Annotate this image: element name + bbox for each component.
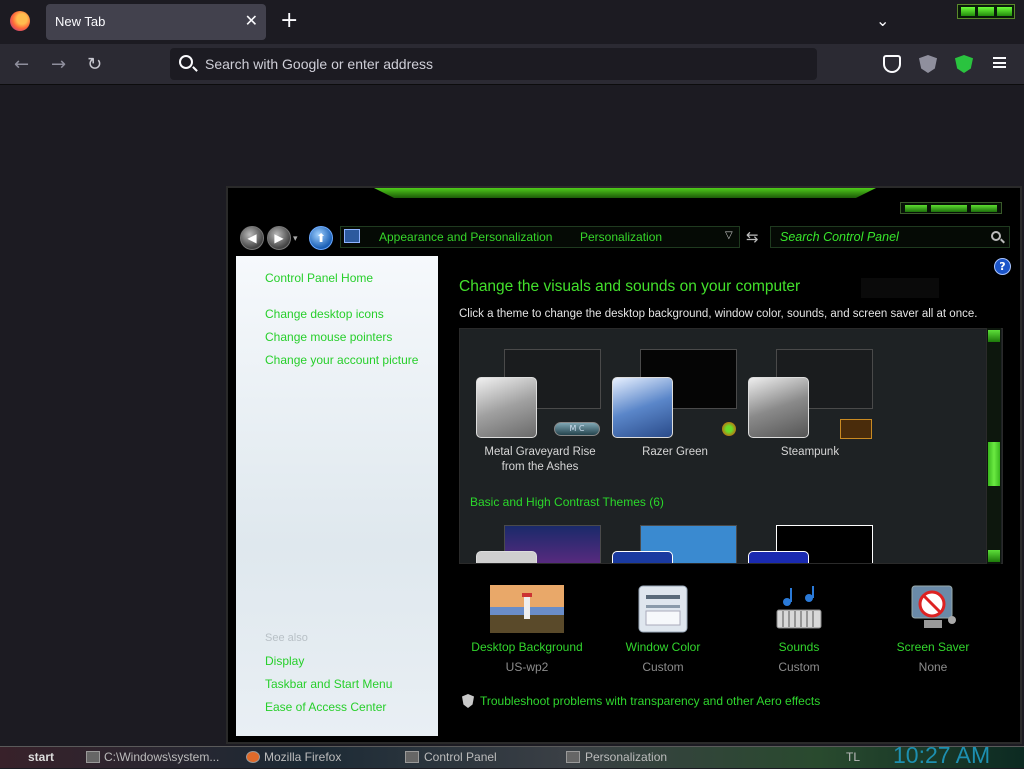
setting-value: Custom — [778, 660, 820, 674]
theme-window-preview — [612, 377, 673, 438]
taskbar: start C:\Windows\system... Mozilla Firef… — [0, 742, 1024, 768]
theme-name: Metal Graveyard Rise from the Ashes — [484, 446, 596, 473]
sidebar-item-mouse-pointers[interactable]: Change mouse pointers — [265, 330, 392, 344]
pocket-icon[interactable] — [883, 55, 901, 73]
setting-value: US-wp2 — [505, 660, 549, 674]
magnifier-icon[interactable] — [991, 231, 1001, 241]
theme-window-preview — [612, 551, 673, 563]
troubleshoot-transparency-link[interactable]: Troubleshoot problems with transparency … — [480, 694, 820, 708]
forward-button[interactable]: → — [51, 54, 66, 75]
personalization-taskbar-icon — [566, 751, 580, 763]
taskbar-item-control-panel[interactable]: Control Panel — [424, 750, 497, 764]
control-panel-icon — [344, 229, 360, 243]
screen-saver-icon — [911, 585, 956, 628]
steampunk-emblem-icon — [840, 419, 872, 439]
theme-window-preview — [748, 377, 809, 438]
close-tab-icon[interactable]: ✕ — [245, 11, 258, 30]
taskbar-clock[interactable]: 10:27 AM — [893, 742, 990, 769]
cmd-icon — [86, 751, 100, 763]
theme-window-preview — [476, 551, 537, 563]
sidebar-item-ease-of-access[interactable]: Ease of Access Center — [265, 700, 386, 714]
sidebar-item-taskbar-start-menu[interactable]: Taskbar and Start Menu — [265, 677, 392, 691]
theme-window-preview — [748, 551, 809, 563]
theme-color-swatch: M C — [554, 422, 600, 436]
privacy-shield-icon[interactable] — [955, 55, 973, 73]
cp-forward-button[interactable]: ▶ — [267, 226, 291, 250]
cp-window-controls[interactable] — [900, 202, 1002, 214]
sidebar-item-desktop-icons[interactable]: Change desktop icons — [265, 307, 384, 321]
razer-logo-icon — [722, 422, 736, 436]
music-notes-icon — [776, 586, 822, 629]
tab-title: New Tab — [55, 14, 106, 29]
chevron-down-icon[interactable]: ▽ — [725, 230, 733, 241]
setting-value: None — [918, 660, 948, 674]
search-icon — [179, 55, 193, 69]
landscape-icon — [490, 585, 564, 633]
window-color-icon — [638, 585, 688, 633]
theme-name: Steampunk — [780, 446, 840, 458]
list-all-tabs-icon[interactable]: ⌄ — [876, 11, 889, 30]
reload-button[interactable]: ↻ — [87, 54, 102, 75]
cp-search-placeholder: Search Control Panel — [780, 230, 899, 244]
control-panel-taskbar-icon — [405, 751, 419, 763]
start-button[interactable]: start — [28, 750, 54, 764]
setting-label: Sounds — [778, 640, 820, 654]
breadcrumb[interactable]: Appearance and Personalization Personali… — [340, 226, 740, 248]
setting-label: Window Color — [625, 640, 701, 654]
refresh-icon[interactable]: ⇆ — [746, 228, 759, 246]
help-icon[interactable]: ? — [994, 258, 1011, 275]
firefox-logo-icon[interactable] — [10, 11, 30, 31]
taskbar-item-personalization[interactable]: Personalization — [585, 750, 667, 764]
cp-search-input[interactable]: Search Control Panel — [770, 226, 1010, 248]
setting-label: Desktop Background — [471, 640, 583, 654]
scroll-down-button[interactable] — [988, 550, 1000, 562]
window-top-glow — [374, 188, 876, 198]
cp-sidebar: Control Panel Home Change desktop icons … — [236, 256, 438, 736]
setting-value: Custom — [642, 660, 684, 674]
cp-back-button[interactable]: ◀ — [240, 226, 264, 250]
control-panel-window: ◀ ▶ ▾ ⬆ Appearance and Personalization P… — [226, 186, 1022, 744]
theme-window-preview — [476, 377, 537, 438]
scroll-thumb[interactable] — [988, 442, 1000, 486]
tab-new-tab[interactable]: New Tab ✕ — [46, 4, 266, 40]
up-level-button[interactable]: ⬆ — [309, 226, 333, 250]
crumb-appearance[interactable]: Appearance and Personalization — [379, 230, 552, 244]
basic-high-contrast-group-label[interactable]: Basic and High Contrast Themes (6) — [470, 495, 664, 509]
taskbar-item-cmd[interactable]: C:\Windows\system... — [104, 750, 219, 764]
cp-address-toolbar: ◀ ▶ ▾ ⬆ Appearance and Personalization P… — [238, 224, 1010, 252]
sidebar-item-display[interactable]: Display — [265, 654, 304, 668]
back-button[interactable]: ← — [14, 54, 29, 75]
browser-tabbar: New Tab ✕ + ⌄ — [0, 0, 1024, 44]
crumb-personalization[interactable]: Personalization — [580, 230, 662, 244]
hamburger-menu-icon[interactable] — [993, 57, 1006, 68]
uac-shield-icon — [462, 694, 474, 708]
firefox-taskbar-icon — [246, 751, 260, 763]
taskbar-item-firefox[interactable]: Mozilla Firefox — [264, 750, 341, 764]
browser-navbar: ← → ↻ Search with Google or enter addres… — [0, 44, 1024, 85]
new-tab-button[interactable]: + — [280, 10, 298, 32]
page-description: Click a theme to change the desktop back… — [459, 308, 978, 320]
theme-gallery: M C Metal Graveyard Rise from the Ashes R… — [459, 328, 1003, 564]
ublock-origin-icon[interactable] — [919, 55, 937, 73]
sidebar-item-account-picture[interactable]: Change your account picture — [265, 353, 418, 367]
page-title: Change the visuals and sounds on your co… — [459, 278, 801, 295]
window-controls[interactable] — [957, 4, 1015, 19]
theme-scrollbar[interactable] — [986, 328, 1001, 564]
theme-name: Razer Green — [642, 446, 708, 458]
see-also-heading: See also — [265, 632, 308, 644]
recent-pages-dropdown[interactable]: ▾ — [293, 234, 298, 244]
scroll-up-button[interactable] — [988, 330, 1000, 342]
setting-label: Screen Saver — [896, 640, 970, 654]
tray-language[interactable]: TL — [846, 750, 860, 764]
title-shadow-block — [861, 278, 939, 298]
address-bar[interactable]: Search with Google or enter address — [170, 48, 817, 80]
address-placeholder: Search with Google or enter address — [205, 56, 434, 72]
sidebar-item-control-panel-home[interactable]: Control Panel Home — [265, 271, 373, 285]
